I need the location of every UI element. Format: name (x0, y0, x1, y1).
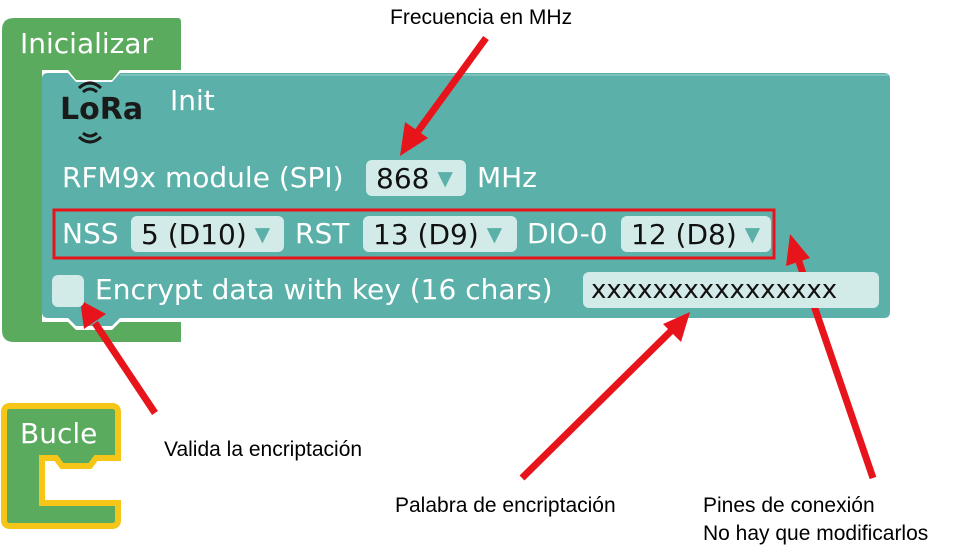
dropdown-arrow-icon: ▼ (437, 166, 453, 190)
dio-dropdown[interactable]: 12 (D8) ▼ (621, 216, 771, 252)
dropdown-arrow-icon: ▼ (744, 222, 761, 246)
nss-label: NSS (62, 217, 119, 250)
encrypt-checkbox[interactable] (52, 275, 84, 307)
encrypt-label: Encrypt data with key (16 chars) (95, 273, 553, 306)
lora-init-title: Init (170, 84, 215, 117)
loop-event-label: Bucle (20, 417, 98, 450)
dropdown-arrow-icon: ▼ (486, 222, 503, 246)
rst-dropdown[interactable]: 13 (D9) ▼ (363, 216, 517, 252)
nss-value: 5 (D10) (141, 217, 247, 251)
rst-label: RST (295, 217, 350, 250)
init-event-label: Inicializar (20, 27, 154, 60)
annotation-frequency: Frecuencia en MHz (390, 6, 573, 29)
rst-value: 13 (D9) (373, 217, 479, 251)
encrypt-key-input[interactable]: xxxxxxxxxxxxxxxx (583, 272, 879, 308)
annotation-pins-line2: No hay que modificarlos (703, 522, 929, 545)
nss-dropdown[interactable]: 5 (D10) ▼ (131, 216, 284, 252)
dropdown-arrow-icon: ▼ (254, 222, 271, 246)
annotation-pins-line1: Pines de conexión (703, 494, 875, 517)
frequency-dropdown[interactable]: 868 ▼ (366, 160, 466, 196)
module-label: RFM9x module (SPI) (62, 161, 344, 194)
lora-logo: LoRa (60, 92, 144, 127)
frequency-unit: MHz (477, 161, 537, 194)
dio-value: 12 (D8) (631, 217, 737, 251)
annotation-encryption-enable: Valida la encriptación (164, 438, 363, 461)
dio-label: DIO-0 (527, 217, 608, 250)
annotation-encryption-key: Palabra de encriptación (395, 494, 616, 517)
frequency-value: 868 (376, 161, 430, 195)
